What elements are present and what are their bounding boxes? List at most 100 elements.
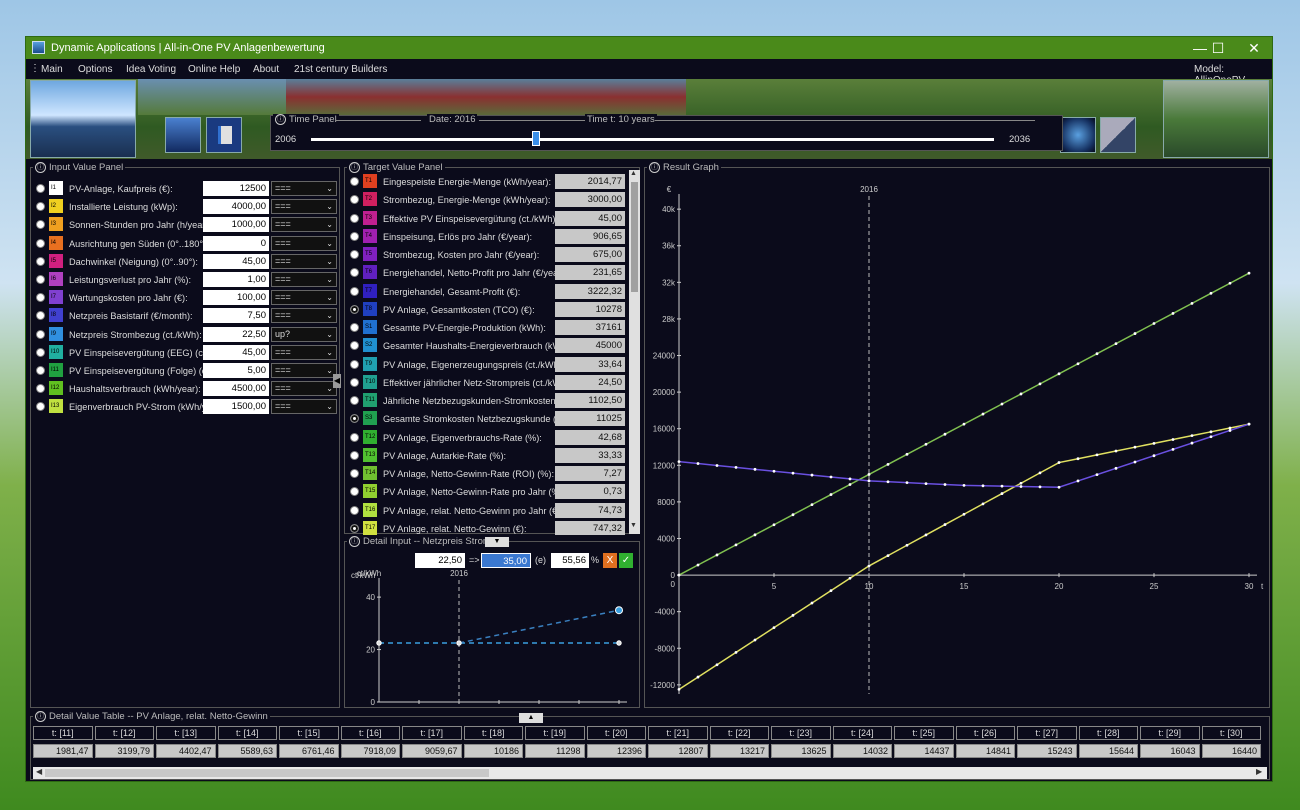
row-radio[interactable]	[350, 377, 359, 387]
target-param-icon: T15	[363, 484, 377, 499]
row-radio[interactable]	[36, 275, 45, 284]
row-radio[interactable]	[36, 347, 45, 357]
window-title: Dynamic Applications | All-in-One PV Anl…	[51, 42, 325, 54]
input-mode-select[interactable]: === ⌄	[271, 344, 337, 360]
solar-module-button[interactable]	[165, 117, 201, 153]
row-radio[interactable]	[36, 329, 45, 339]
row-radio[interactable]	[36, 256, 45, 266]
gallery-button[interactable]	[1100, 117, 1136, 153]
input-param-value[interactable]: 22,50	[203, 326, 269, 342]
menu-idea-voting[interactable]: Idea Voting	[126, 64, 176, 75]
row-radio[interactable]	[350, 268, 359, 278]
scroll-up-icon[interactable]: ▲	[630, 170, 637, 177]
input-mode-select[interactable]: === ⌄	[271, 181, 337, 196]
globe-button[interactable]	[1060, 117, 1096, 153]
target-row: T15 PV Anlage, Netto-Gewinn-Rate pro Jahr…	[345, 483, 629, 501]
row-radio[interactable]	[350, 341, 359, 351]
detail-value-table: ⓘ Detail Value Table -- PV Anlage, relat.…	[30, 711, 1270, 780]
row-radio[interactable]	[350, 469, 359, 478]
row-radio[interactable]	[36, 311, 45, 321]
time-slider-track[interactable]	[311, 138, 994, 141]
row-radio[interactable]	[350, 213, 359, 223]
row-radio[interactable]	[350, 359, 359, 369]
input-mode-select[interactable]: === ⌄	[271, 381, 337, 397]
input-param-value[interactable]: 4000,00	[203, 199, 269, 215]
row-radio[interactable]	[350, 286, 359, 296]
scroll-down-icon[interactable]: ▼	[630, 522, 637, 529]
row-radio[interactable]	[350, 505, 359, 515]
input-mode-select[interactable]: === ⌄	[271, 272, 337, 287]
y-tick-label: 8000	[657, 498, 675, 507]
row-radio[interactable]	[36, 384, 45, 394]
row-radio[interactable]	[350, 432, 359, 442]
scroll-left-icon[interactable]: ◀	[36, 767, 42, 776]
target-param-label: Jährliche Netzbezugskunden-Stromkosten (…	[383, 396, 555, 406]
input-param-value[interactable]: 0	[203, 235, 269, 251]
row-radio[interactable]	[36, 366, 45, 375]
target-row: T16 PV Anlage, relat. Netto-Gewinn pro Ja…	[345, 502, 629, 520]
target-row: T7 Energiehandel, Gesamt-Profit (€): 3222,…	[345, 283, 629, 301]
maximize-button[interactable]: ☐	[1200, 37, 1236, 59]
row-radio[interactable]	[36, 184, 45, 193]
input-param-value[interactable]: 5,00	[203, 363, 269, 378]
row-radio[interactable]	[36, 202, 45, 212]
row-radio[interactable]	[350, 323, 359, 332]
input-param-value[interactable]: 45,00	[203, 344, 269, 360]
close-button[interactable]: ✕	[1236, 37, 1272, 59]
input-param-value[interactable]: 100,00	[203, 290, 269, 306]
input-mode-select[interactable]: === ⌄	[271, 308, 337, 324]
row-radio[interactable]	[36, 238, 45, 248]
row-radio[interactable]	[36, 293, 45, 303]
input-mode-select[interactable]: === ⌄	[271, 363, 337, 378]
input-param-value[interactable]: 1,00	[203, 272, 269, 287]
input-param-value[interactable]: 45,00	[203, 253, 269, 269]
panel-icon: ⓘ	[649, 162, 660, 173]
input-mode-select[interactable]: === ⌄	[271, 235, 337, 251]
row-radio[interactable]	[350, 250, 359, 259]
row-radio[interactable]	[350, 396, 359, 405]
data-point	[810, 503, 814, 507]
input-mode-select[interactable]: === ⌄	[271, 290, 337, 306]
menu-options[interactable]: Options	[78, 64, 112, 75]
row-radio[interactable]	[350, 487, 359, 497]
row-radio[interactable]	[350, 177, 359, 186]
table-scrollbar[interactable]: ◀ ▶	[33, 767, 1267, 779]
scroll-thumb[interactable]	[45, 769, 489, 777]
row-radio[interactable]	[350, 450, 359, 460]
row-radio[interactable]	[350, 231, 359, 241]
time-slider-thumb[interactable]	[532, 131, 541, 146]
data-point	[1000, 402, 1004, 406]
input-param-value[interactable]: 12500	[203, 181, 269, 196]
row-radio[interactable]	[350, 523, 359, 533]
input-mode-select[interactable]: === ⌄	[271, 217, 337, 233]
target-param-value: 231,65	[555, 265, 625, 281]
input-mode-select[interactable]: === ⌄	[271, 253, 337, 269]
target-scrollbar[interactable]: ▲ ▼	[629, 170, 640, 534]
menu-21st-century-builders[interactable]: 21st century Builders	[294, 64, 387, 75]
input-param-value[interactable]: 7,50	[203, 308, 269, 324]
input-mode-select[interactable]: up? ⌄	[271, 326, 337, 342]
scroll-thumb[interactable]	[631, 182, 638, 292]
input-mode-select[interactable]: === ⌄	[271, 199, 337, 215]
input-param-value[interactable]: 1500,00	[203, 399, 269, 415]
input-mode-select[interactable]: === ⌄	[271, 399, 337, 415]
row-radio[interactable]	[350, 195, 359, 205]
scroll-right-icon[interactable]: ▶	[1256, 767, 1262, 776]
input-param-value[interactable]: 4500,00	[203, 381, 269, 397]
row-radio[interactable]	[36, 402, 45, 412]
menu-about[interactable]: About	[253, 64, 279, 75]
input-param-label: Leistungsverlust pro Jahr (%):	[69, 275, 192, 285]
input-param-value[interactable]: 1000,00	[203, 217, 269, 233]
document-button[interactable]	[206, 117, 242, 153]
panel-collapse-button[interactable]: ◀	[333, 374, 341, 388]
target-param-label: Eingespeiste Energie-Menge (kWh/year):	[383, 177, 552, 187]
detail-dropdown-button[interactable]: ▼	[485, 537, 509, 547]
menu-online-help[interactable]: Online Help	[188, 64, 240, 75]
row-radio[interactable]	[350, 414, 359, 424]
menu-main[interactable]: Main	[41, 64, 63, 75]
target-param-label: Energiehandel, Netto-Profit pro Jahr (€/…	[383, 268, 555, 279]
row-radio[interactable]	[36, 220, 45, 230]
table-header-cell: t: [23]	[771, 726, 831, 740]
data-point	[1190, 301, 1194, 305]
row-radio[interactable]	[350, 304, 359, 314]
